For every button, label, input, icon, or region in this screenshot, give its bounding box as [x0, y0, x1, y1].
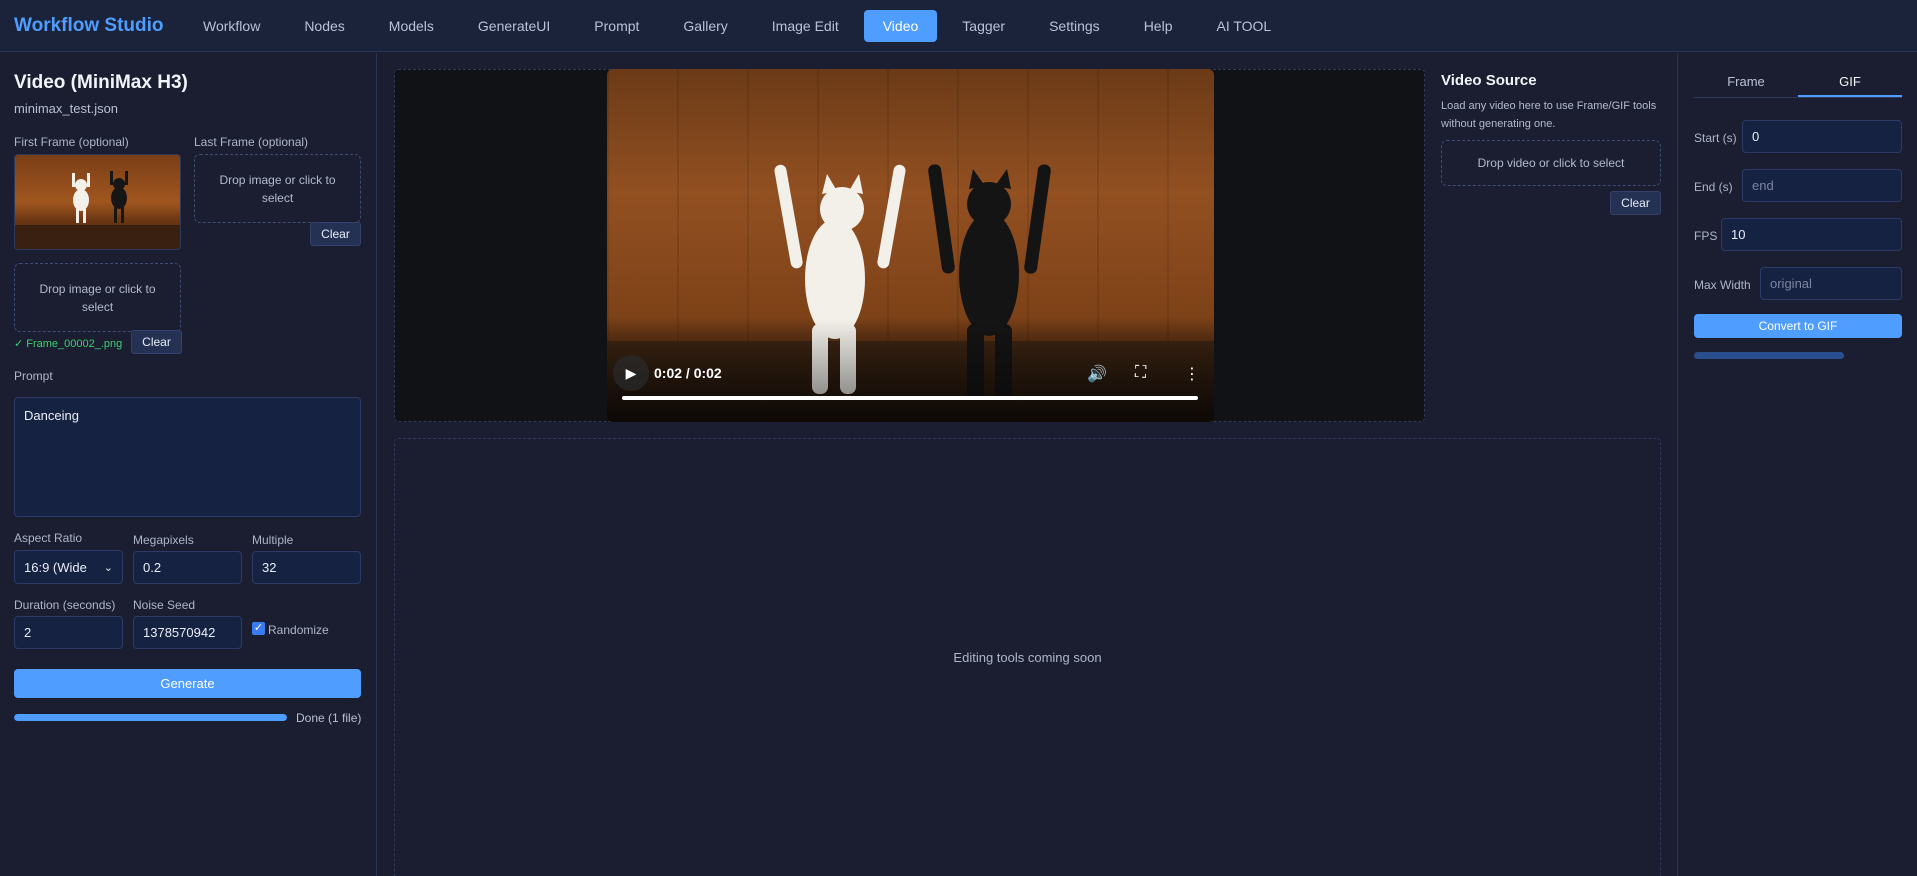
tab-frame[interactable]: Frame: [1694, 69, 1798, 97]
clear-first-frame-button[interactable]: Clear: [131, 330, 182, 354]
generation-progress-bar: [14, 714, 287, 721]
megapixels-input[interactable]: 0.2: [133, 551, 242, 584]
nav-settings[interactable]: Settings: [1030, 10, 1119, 42]
convert-to-gif-button[interactable]: Convert to GIF: [1694, 314, 1902, 338]
last-frame-dropzone[interactable]: Drop image or click to select: [194, 154, 361, 223]
app-brand[interactable]: Workflow Studio: [14, 15, 174, 37]
end-input[interactable]: end: [1742, 169, 1902, 202]
generate-button[interactable]: Generate: [14, 669, 361, 698]
randomize-checkbox[interactable]: ✓: [252, 622, 265, 635]
tool-tabs: Frame GIF: [1694, 69, 1902, 98]
start-label: Start (s): [1694, 131, 1737, 145]
volume-icon[interactable]: 🔊: [1087, 364, 1107, 384]
aspect-ratio-value: 16:9 (Wide: [24, 559, 87, 575]
nav-image-edit[interactable]: Image Edit: [753, 10, 858, 42]
randomize-label: Randomize: [268, 623, 329, 637]
prompt-textarea[interactable]: Danceing: [14, 397, 361, 517]
video-source-description: Load any video here to use Frame/GIF too…: [1441, 100, 1657, 130]
duration-input[interactable]: 2: [14, 616, 123, 649]
tab-gif[interactable]: GIF: [1798, 69, 1902, 97]
clear-video-source-button[interactable]: Clear: [1610, 191, 1661, 215]
editing-placeholder: Editing tools coming soon: [953, 650, 1102, 665]
last-frame-label: Last Frame (optional): [194, 135, 309, 149]
video-source-dropzone[interactable]: Drop video or click to select: [1441, 140, 1661, 186]
first-frame-label: First Frame (optional): [14, 135, 129, 149]
nav-workflow[interactable]: Workflow: [184, 10, 279, 42]
multiple-label: Multiple: [252, 533, 294, 547]
play-icon[interactable]: ▶: [613, 355, 649, 391]
chevron-down-icon: ⌄: [103, 561, 113, 574]
nav-ai-tool[interactable]: AI TOOL: [1197, 10, 1290, 42]
fps-label: FPS: [1694, 229, 1718, 243]
main-nav: Workflow Nodes Models GenerateUI Prompt …: [174, 0, 1296, 51]
nav-gallery[interactable]: Gallery: [664, 10, 746, 42]
panel-title: Video (MiniMax H3): [14, 72, 188, 93]
nav-help[interactable]: Help: [1125, 10, 1192, 42]
workflow-filename: minimax_test.json: [14, 101, 119, 116]
fullscreen-icon[interactable]: ⛶: [1135, 364, 1146, 382]
video-seek-bar[interactable]: [622, 396, 1198, 400]
start-input[interactable]: 0: [1742, 120, 1902, 153]
duration-label: Duration (seconds): [14, 598, 116, 612]
megapixels-label: Megapixels: [133, 533, 194, 547]
video-time: 0:02 / 0:02: [654, 365, 722, 381]
first-frame-thumbnail[interactable]: [14, 154, 181, 250]
video-source-title: Video Source: [1441, 72, 1537, 89]
more-options-icon[interactable]: ⋮: [1184, 364, 1200, 384]
nav-models[interactable]: Models: [370, 10, 453, 42]
generation-status: Done (1 file): [296, 711, 362, 725]
noise-seed-input[interactable]: 1378570942: [133, 616, 242, 649]
aspect-ratio-label: Aspect Ratio: [14, 531, 83, 545]
generation-progress-fill: [14, 714, 287, 721]
top-navbar: Workflow Studio Workflow Nodes Models Ge…: [0, 0, 1917, 52]
editing-panel: Editing tools coming soon: [394, 438, 1661, 876]
loaded-file-status: ✓ Frame_00002_.png: [14, 338, 123, 350]
max-width-label: Max Width: [1694, 278, 1751, 292]
first-frame-dropzone[interactable]: Drop image or click to select: [14, 263, 181, 332]
prompt-label: Prompt: [14, 369, 53, 383]
clear-last-frame-button[interactable]: Clear: [310, 222, 361, 246]
aspect-ratio-select[interactable]: 16:9 (Wide ⌄: [14, 550, 123, 584]
multiple-input[interactable]: 32: [252, 551, 361, 584]
noise-seed-label: Noise Seed: [133, 598, 196, 612]
gif-progress-bar: [1694, 352, 1844, 359]
nav-prompt[interactable]: Prompt: [575, 10, 658, 42]
end-label: End (s): [1694, 180, 1733, 194]
nav-tagger[interactable]: Tagger: [943, 10, 1024, 42]
nav-generateui[interactable]: GenerateUI: [459, 10, 569, 42]
nav-video[interactable]: Video: [863, 9, 938, 42]
max-width-input[interactable]: original: [1760, 267, 1902, 300]
video-player[interactable]: ▶ 0:02 / 0:02 🔊 ⛶ ⋮: [607, 69, 1214, 422]
fps-input[interactable]: 10: [1721, 218, 1902, 251]
nav-nodes[interactable]: Nodes: [285, 10, 363, 42]
